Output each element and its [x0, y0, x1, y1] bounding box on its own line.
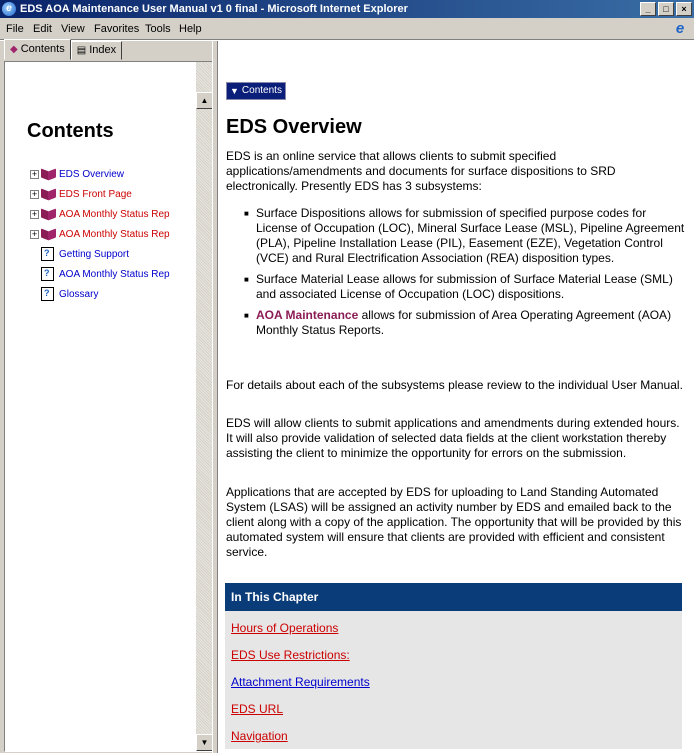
maximize-button[interactable]: □	[658, 2, 674, 16]
menu-edit[interactable]: Edit	[30, 18, 55, 40]
book-icon	[41, 189, 57, 200]
chapter-header: In This Chapter	[225, 583, 682, 611]
window-title: EDS AOA Maintenance User Manual v1 0 fin…	[20, 3, 408, 15]
tree-item-label[interactable]: Getting Support	[59, 249, 129, 260]
tab-contents-label: Contents	[20, 43, 65, 55]
tree-item-label[interactable]: AOA Monthly Status Rep	[59, 229, 170, 240]
tree-item[interactable]: + AOA Monthly Status Rep	[30, 224, 170, 244]
tab-strip: ◆ Contents ▤ Index	[4, 39, 123, 61]
expand-icon[interactable]: +	[30, 189, 39, 199]
book-tab-icon: ◆	[10, 44, 18, 55]
lsas-paragraph: Applications that are accepted by EDS fo…	[226, 485, 682, 559]
hours-paragraph: EDS will allow clients to submit applica…	[226, 416, 680, 460]
chapter-link-eds-url[interactable]: EDS URL	[231, 702, 283, 716]
menu-bar: File Edit View Favorites Tools Help e	[0, 18, 694, 40]
dropdown-triangle-icon: ▼	[230, 86, 239, 96]
aoa-maintenance-term: AOA Maintenance	[256, 308, 359, 322]
list-item: Surface Dispositions allows for submissi…	[244, 206, 686, 266]
page-title: EDS Overview	[226, 116, 362, 138]
menu-tools[interactable]: Tools	[142, 18, 174, 40]
window-controls: _ □ ×	[640, 2, 692, 16]
windows-logo-icon: e	[670, 20, 690, 37]
contents-tree-panel: Contents + EDS Overview + EDS Front Page…	[4, 61, 214, 752]
help-page-icon	[41, 267, 54, 281]
tree-item-label[interactable]: EDS Overview	[59, 169, 124, 180]
list-item: AOA Maintenance allows for submission of…	[244, 308, 686, 338]
chapter-link-restrictions[interactable]: EDS Use Restrictions:	[231, 648, 350, 662]
tree-scrollbar[interactable]: ▲ ▼	[196, 62, 213, 751]
chapter-link-attachments[interactable]: Attachment Requirements	[231, 675, 370, 689]
tab-index-label: Index	[89, 44, 117, 56]
tree-item-label[interactable]: AOA Monthly Status Rep	[59, 209, 170, 220]
menu-file[interactable]: File	[3, 18, 27, 40]
tab-contents[interactable]: ◆ Contents	[4, 39, 71, 60]
list-tab-icon: ▤	[76, 45, 87, 56]
navigation-pane: ◆ Contents ▤ Index Contents + EDS Overvi…	[0, 39, 216, 753]
book-icon	[41, 209, 57, 220]
contents-button-label: Contents	[241, 85, 282, 96]
in-this-chapter-box: In This Chapter Hours of Operations EDS …	[225, 583, 682, 749]
contents-heading: Contents	[27, 120, 114, 142]
topic-content: ▼ Contents EDS Overview EDS is an online…	[218, 41, 694, 753]
help-page-icon	[41, 287, 54, 301]
contents-tree: + EDS Overview + EDS Front Page + AOA Mo…	[30, 164, 170, 304]
scroll-up-button[interactable]: ▲	[196, 92, 213, 109]
menu-view[interactable]: View	[58, 18, 88, 40]
ie-icon[interactable]: e	[2, 2, 16, 16]
scroll-down-button[interactable]: ▼	[196, 734, 213, 751]
tree-item[interactable]: Glossary	[30, 284, 170, 304]
intro-paragraph: EDS is an online service that allows cli…	[226, 149, 616, 193]
subsystem-list: Surface Dispositions allows for submissi…	[244, 206, 686, 344]
tree-item-label[interactable]: AOA Monthly Status Rep	[59, 269, 170, 280]
book-icon	[41, 169, 57, 180]
minimize-button[interactable]: _	[640, 2, 656, 16]
expand-icon[interactable]: +	[30, 229, 39, 239]
chapter-link-navigation[interactable]: Navigation	[231, 729, 288, 743]
contents-button[interactable]: ▼ Contents	[226, 82, 286, 100]
title-bar: e EDS AOA Maintenance User Manual v1 0 f…	[0, 0, 694, 18]
tree-item[interactable]: + AOA Monthly Status Rep	[30, 204, 170, 224]
details-paragraph: For details about each of the subsystems…	[226, 378, 683, 392]
tree-item[interactable]: + EDS Overview	[30, 164, 170, 184]
menu-favorites[interactable]: Favorites	[91, 18, 142, 40]
tree-item[interactable]: Getting Support	[30, 244, 170, 264]
tab-index[interactable]: ▤ Index	[70, 41, 123, 60]
tree-item-label[interactable]: Glossary	[59, 289, 98, 300]
help-page-icon	[41, 247, 54, 261]
tree-item-label[interactable]: EDS Front Page	[59, 189, 132, 200]
chapter-link-hours[interactable]: Hours of Operations	[231, 621, 338, 635]
tree-item[interactable]: + EDS Front Page	[30, 184, 170, 204]
list-item: Surface Material Lease allows for submis…	[244, 272, 686, 302]
tree-item[interactable]: AOA Monthly Status Rep	[30, 264, 170, 284]
book-icon	[41, 229, 57, 240]
expand-icon[interactable]: +	[30, 169, 39, 179]
close-button[interactable]: ×	[676, 2, 692, 16]
expand-icon[interactable]: +	[30, 209, 39, 219]
menu-help[interactable]: Help	[176, 18, 205, 40]
